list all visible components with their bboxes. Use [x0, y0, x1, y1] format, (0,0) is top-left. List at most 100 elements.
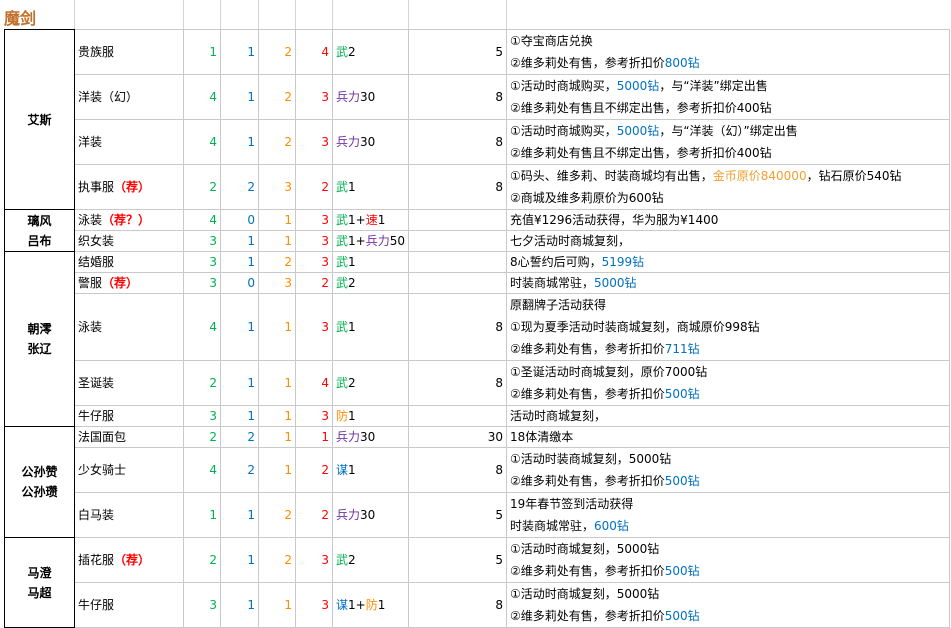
attribute-bonus-cell[interactable]: 武2	[332, 360, 409, 406]
acquisition-notes-cell[interactable]: 原翻牌子活动获得 ①现为夏季活动时装商城复刻，商城原价998钻 ②维多莉处有售，参考…	[506, 293, 950, 361]
stat-v2-cell[interactable]: 1	[220, 360, 259, 406]
acquisition-notes-cell[interactable]: ①活动时装商城复刻，5000钻 ②维多莉处有售，参考折扣价500钻	[506, 447, 950, 493]
stat-v1-cell[interactable]: 1	[183, 29, 221, 75]
character-name-cell[interactable]: 公孙赞 公孙瓒	[4, 426, 75, 538]
value-cell[interactable]: 8	[408, 447, 507, 493]
acquisition-notes-cell[interactable]: ①活动时商城复刻，5000钻 ②维多莉处有售，参考折扣价500钻	[506, 537, 950, 583]
stat-v4-cell[interactable]: 4	[295, 29, 333, 75]
costume-name-cell[interactable]: 洋装（幻）	[74, 74, 184, 120]
stat-v2-cell[interactable]: 1	[220, 251, 259, 273]
stat-v2-cell[interactable]: 0	[220, 209, 259, 231]
value-cell[interactable]: 5	[408, 537, 507, 583]
attribute-bonus-cell[interactable]: 谋1+防1	[332, 582, 409, 628]
stat-v3-cell[interactable]: 2	[258, 251, 296, 273]
attribute-bonus-cell[interactable]: 武1+速1	[332, 209, 409, 231]
stat-v2-cell[interactable]: 1	[220, 492, 259, 538]
costume-name-cell[interactable]: 插花服（荐）	[74, 537, 184, 583]
costume-name-cell[interactable]: 洋装	[74, 119, 184, 165]
stat-v4-cell[interactable]: 3	[295, 74, 333, 120]
stat-v3-cell[interactable]: 1	[258, 230, 296, 252]
stat-v3-cell[interactable]: 1	[258, 426, 296, 448]
stat-v3-cell[interactable]: 1	[258, 447, 296, 493]
stat-v1-cell[interactable]: 3	[183, 582, 221, 628]
attribute-bonus-cell[interactable]: 防1	[332, 405, 409, 427]
value-cell[interactable]	[408, 272, 507, 294]
acquisition-notes-cell[interactable]: ①活动时商城复刻，5000钻 ②维多莉处有售，参考折扣价500钻	[506, 582, 950, 628]
costume-name-cell[interactable]: 白马装	[74, 492, 184, 538]
costume-name-cell[interactable]: 织女装	[74, 230, 184, 252]
stat-v3-cell[interactable]: 2	[258, 537, 296, 583]
costume-name-cell[interactable]: 泳装	[74, 293, 184, 361]
acquisition-notes-cell[interactable]: 19年春节签到活动获得 时装商城常驻，600钻	[506, 492, 950, 538]
stat-v1-cell[interactable]: 4	[183, 74, 221, 120]
stat-v2-cell[interactable]: 1	[220, 230, 259, 252]
stat-v3-cell[interactable]: 3	[258, 272, 296, 294]
acquisition-notes-cell[interactable]: 活动时商城复刻，	[506, 405, 950, 427]
stat-v2-cell[interactable]: 1	[220, 405, 259, 427]
attribute-bonus-cell[interactable]: 武2	[332, 272, 409, 294]
acquisition-notes-cell[interactable]: ①圣诞活动时商城复刻，原价7000钻 ②维多莉处有售，参考折扣价500钻	[506, 360, 950, 406]
stat-v4-cell[interactable]: 1	[295, 426, 333, 448]
costume-name-cell[interactable]: 泳装（荐？）	[74, 209, 184, 231]
value-cell[interactable]	[408, 251, 507, 273]
stat-v3-cell[interactable]: 1	[258, 209, 296, 231]
acquisition-notes-cell[interactable]: ①码头、维多莉、时装商城均有出售，金币原价840000，钻石原价540钻 ②商城及…	[506, 164, 950, 210]
attribute-bonus-cell[interactable]: 兵力30	[332, 426, 409, 448]
stat-v4-cell[interactable]: 3	[295, 537, 333, 583]
attribute-bonus-cell[interactable]: 兵力30	[332, 492, 409, 538]
stat-v3-cell[interactable]: 1	[258, 293, 296, 361]
costume-name-cell[interactable]: 圣诞装	[74, 360, 184, 406]
attribute-bonus-cell[interactable]: 武1	[332, 293, 409, 361]
stat-v2-cell[interactable]: 1	[220, 582, 259, 628]
stat-v3-cell[interactable]: 2	[258, 74, 296, 120]
stat-v4-cell[interactable]: 3	[295, 230, 333, 252]
stat-v1-cell[interactable]: 4	[183, 447, 221, 493]
stat-v4-cell[interactable]: 3	[295, 405, 333, 427]
value-cell[interactable]: 5	[408, 29, 507, 75]
costume-name-cell[interactable]: 少女骑士	[74, 447, 184, 493]
stat-v1-cell[interactable]: 1	[183, 492, 221, 538]
stat-v4-cell[interactable]: 3	[295, 119, 333, 165]
value-cell[interactable]: 8	[408, 164, 507, 210]
stat-v4-cell[interactable]: 3	[295, 251, 333, 273]
stat-v2-cell[interactable]: 1	[220, 537, 259, 583]
stat-v1-cell[interactable]: 4	[183, 293, 221, 361]
acquisition-notes-cell[interactable]: ①夺宝商店兑换 ②维多莉处有售，参考折扣价800钻	[506, 29, 950, 75]
costume-name-cell[interactable]: 牛仔服	[74, 405, 184, 427]
stat-v1-cell[interactable]: 2	[183, 164, 221, 210]
value-cell[interactable]: 30	[408, 426, 507, 448]
stat-v4-cell[interactable]: 3	[295, 209, 333, 231]
stat-v2-cell[interactable]: 1	[220, 119, 259, 165]
stat-v3-cell[interactable]: 2	[258, 492, 296, 538]
value-cell[interactable]: 8	[408, 293, 507, 361]
stat-v2-cell[interactable]: 2	[220, 447, 259, 493]
stat-v4-cell[interactable]: 2	[295, 492, 333, 538]
character-name-cell[interactable]: 朝澪 张辽	[4, 251, 75, 427]
stat-v3-cell[interactable]: 1	[258, 360, 296, 406]
stat-v4-cell[interactable]: 2	[295, 272, 333, 294]
stat-v1-cell[interactable]: 4	[183, 119, 221, 165]
stat-v1-cell[interactable]: 3	[183, 272, 221, 294]
value-cell[interactable]	[408, 405, 507, 427]
value-cell[interactable]	[408, 230, 507, 252]
attribute-bonus-cell[interactable]: 兵力30	[332, 119, 409, 165]
acquisition-notes-cell[interactable]: 时装商城常驻，5000钻	[506, 272, 950, 294]
acquisition-notes-cell[interactable]: 七夕活动时商城复刻，	[506, 230, 950, 252]
stat-v3-cell[interactable]: 1	[258, 582, 296, 628]
attribute-bonus-cell[interactable]: 武2	[332, 537, 409, 583]
costume-name-cell[interactable]: 贵族服	[74, 29, 184, 75]
character-name-cell[interactable]: 璃风 吕布	[4, 209, 75, 252]
costume-name-cell[interactable]: 法国面包	[74, 426, 184, 448]
stat-v2-cell[interactable]: 2	[220, 164, 259, 210]
costume-name-cell[interactable]: 执事服（荐）	[74, 164, 184, 210]
value-cell[interactable]: 8	[408, 582, 507, 628]
costume-name-cell[interactable]: 警服（荐）	[74, 272, 184, 294]
stat-v3-cell[interactable]: 1	[258, 405, 296, 427]
stat-v1-cell[interactable]: 3	[183, 405, 221, 427]
stat-v3-cell[interactable]: 2	[258, 119, 296, 165]
stat-v4-cell[interactable]: 2	[295, 447, 333, 493]
value-cell[interactable]: 8	[408, 119, 507, 165]
sheet-title[interactable]: 魔剑	[4, 5, 36, 29]
acquisition-notes-cell[interactable]: ①活动时商城购买，5000钻，与“洋装（幻）”绑定出售 ②维多莉处有售且不绑定出售…	[506, 119, 950, 165]
acquisition-notes-cell[interactable]: 18体清缴本	[506, 426, 950, 448]
